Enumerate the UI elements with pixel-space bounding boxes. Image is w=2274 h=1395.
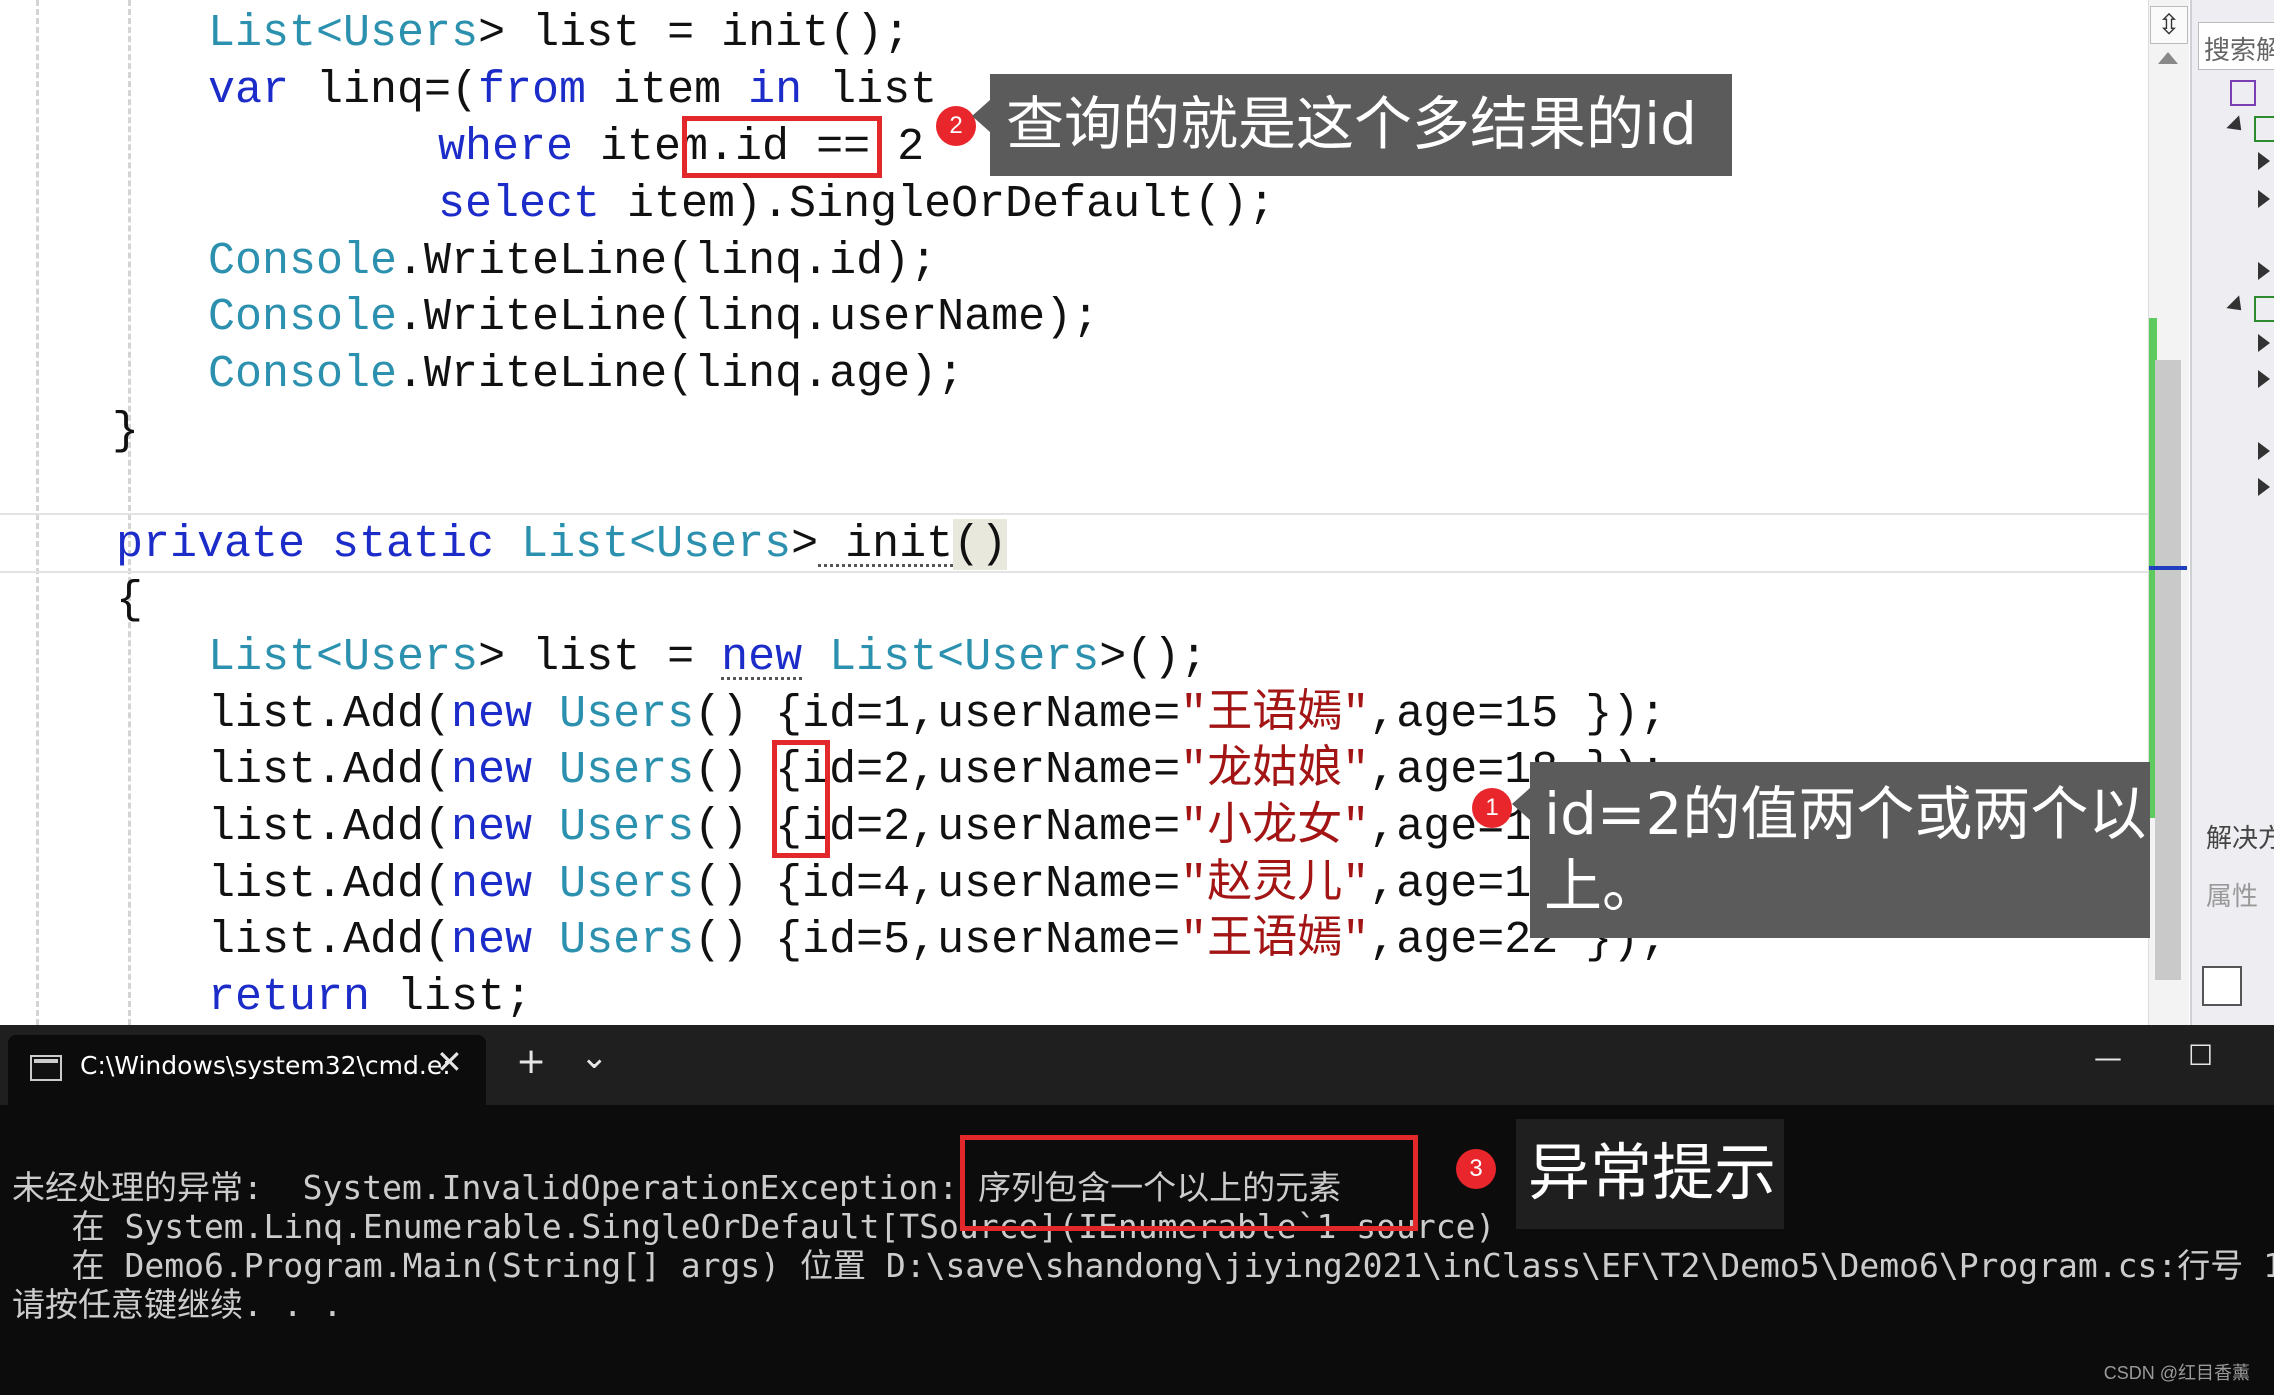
editor-vertical-scrollbar[interactable] xyxy=(2148,0,2189,1025)
code-line-14: list.Add(new Users() {id=2,userName="小龙女… xyxy=(208,802,1666,853)
code-line-15: list.Add(new Users() {id=4,userName="赵灵儿… xyxy=(208,859,1666,910)
annotation-callout-2: 查询的就是这个多结果的id xyxy=(972,74,1732,176)
highlight-box-exception-message xyxy=(960,1135,1418,1231)
collapse-arrow-icon[interactable] xyxy=(2258,334,2270,352)
annotation-badge-3: 3 xyxy=(1456,1149,1496,1189)
minimize-button[interactable]: — xyxy=(2094,1041,2122,1074)
callout-3-text: 异常提示 xyxy=(1528,1136,1777,1209)
split-editor-icon[interactable]: ⇳ xyxy=(2150,6,2188,44)
collapse-arrow-icon[interactable] xyxy=(2258,478,2270,496)
code-line-5: Console.WriteLine(linq.id); xyxy=(208,236,938,287)
code-line-11: List<Users> list = new List<Users>(); xyxy=(208,632,1208,683)
cmd-icon xyxy=(30,1055,62,1081)
dropdown-button[interactable]: ⌄ xyxy=(580,1037,609,1077)
expand-arrow-icon[interactable] xyxy=(2226,295,2248,317)
solution-icon xyxy=(2230,80,2256,106)
terminal-output-line-4: 请按任意键继续. . . xyxy=(12,1285,343,1324)
collapse-arrow-icon[interactable] xyxy=(2258,190,2270,208)
terminal-tab-title: C:\Windows\system32\cmd.e: xyxy=(80,1051,451,1080)
terminal-window[interactable]: C:\Windows\system32\cmd.e: ✕ + ⌄ — ☐ 未经处… xyxy=(0,1025,2274,1395)
project-icon xyxy=(2254,116,2274,142)
terminal-output-line-3: 在 Demo6.Program.Main(String[] args) 位置 D… xyxy=(12,1246,2274,1285)
code-line-13: list.Add(new Users() {id=2,userName="龙姑娘… xyxy=(208,745,1666,796)
code-line-16: list.Add(new Users() {id=5,userName="王语嫣… xyxy=(208,915,1667,966)
scrollbar-thumb[interactable] xyxy=(2155,360,2181,980)
scroll-up-arrow-icon[interactable] xyxy=(2158,52,2178,64)
project-icon xyxy=(2254,296,2274,322)
annotation-callout-1: id=2的值两个或两个以 上。 xyxy=(1512,762,2150,938)
solution-explorer-tab[interactable]: 解决方 xyxy=(2206,818,2274,855)
terminal-tab[interactable]: C:\Windows\system32\cmd.e: ✕ xyxy=(8,1035,486,1105)
collapse-arrow-icon[interactable] xyxy=(2258,370,2270,388)
caret-position-marker xyxy=(2149,566,2187,570)
solution-search-label: 搜索解 xyxy=(2204,36,2274,66)
code-line-17: return list; xyxy=(208,972,533,1023)
code-line-8: } xyxy=(112,406,140,457)
terminal-tab-bar: C:\Windows\system32\cmd.e: ✕ + ⌄ — ☐ xyxy=(0,1025,2274,1105)
code-line-9: private static List<Users> init() xyxy=(116,519,1008,570)
annotation-callout-3: 异常提示 xyxy=(1516,1119,1784,1229)
collapse-arrow-icon[interactable] xyxy=(2258,152,2270,170)
properties-tab[interactable]: 属性 xyxy=(2206,876,2258,913)
watermark-text: CSDN @红目香薰 xyxy=(2103,1363,2250,1383)
highlight-box-where-id xyxy=(682,116,882,178)
code-line-7: Console.WriteLine(linq.age); xyxy=(208,349,965,400)
callout-1-text-line2: 上。 xyxy=(1544,852,1661,920)
collapse-arrow-icon[interactable] xyxy=(2258,442,2270,460)
code-line-12: list.Add(new Users() {id=1,userName="王语嫣… xyxy=(208,689,1667,740)
collapse-arrow-icon[interactable] xyxy=(2258,262,2270,280)
properties-grid-icon[interactable] xyxy=(2202,966,2242,1006)
highlight-box-id-duplicates xyxy=(772,740,830,858)
code-line-6: Console.WriteLine(linq.userName); xyxy=(208,292,1100,343)
code-line-2: var linq=(from item in list xyxy=(208,65,938,116)
code-line-1: List<Users> list = init(); xyxy=(208,8,911,59)
code-line-10: { xyxy=(116,575,144,626)
annotation-badge-1: 1 xyxy=(1472,788,1512,828)
code-line-4: select item).SingleOrDefault(); xyxy=(438,179,1276,230)
solution-explorer-pane: 搜索解 解决方 属性 xyxy=(2190,0,2274,1025)
annotation-badge-2: 2 xyxy=(936,106,976,146)
new-tab-button[interactable]: + xyxy=(516,1041,546,1082)
close-tab-icon[interactable]: ✕ xyxy=(436,1043,463,1081)
callout-2-text: 查询的就是这个多结果的id xyxy=(1006,90,1697,158)
callout-1-text-line1: id=2的值两个或两个以 xyxy=(1544,780,2147,848)
expand-arrow-icon[interactable] xyxy=(2226,115,2248,137)
maximize-button[interactable]: ☐ xyxy=(2188,1039,2213,1072)
